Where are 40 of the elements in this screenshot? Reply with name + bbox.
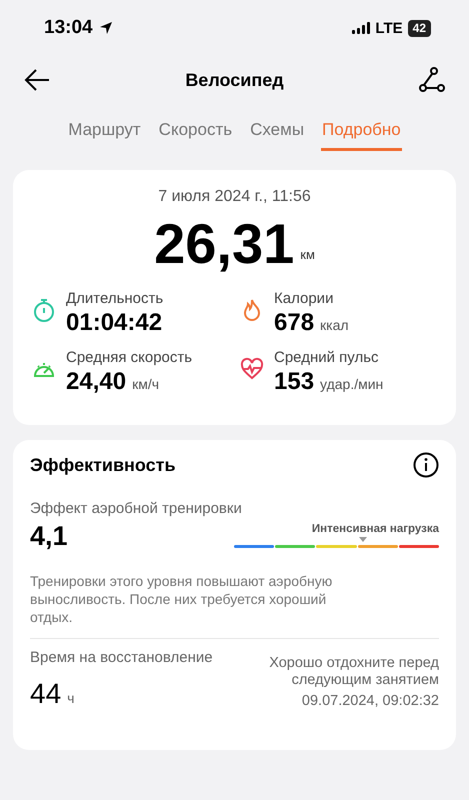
section-title: Эффективность — [30, 454, 176, 476]
location-arrow-icon — [98, 21, 113, 35]
stat-value: 01:04:42 — [66, 309, 162, 337]
tab[interactable]: Схемы — [249, 117, 306, 151]
tab[interactable]: Скорость — [158, 117, 234, 151]
recovery-value: 44 — [30, 678, 62, 710]
recovery-label: Время на восстановление — [30, 649, 213, 666]
workout-date: 7 июля 2024 г., 11:56 — [158, 188, 311, 206]
clock-time: 13:04 — [44, 17, 93, 39]
description-text: Тренировки этого уровня повышают аэробную выносливость. После них требуется хороший отдых. — [30, 572, 439, 639]
recovery-unit: ч — [67, 690, 74, 706]
stat-unit: ккал — [320, 317, 349, 333]
info-icon — [413, 452, 439, 478]
stat-label: Средняя скорость — [66, 349, 192, 366]
network-label: LTE — [375, 20, 403, 36]
signal-icon — [352, 22, 370, 34]
stat-unit: удар./мин — [320, 376, 384, 392]
stat-value: 153 — [274, 368, 314, 396]
stat-value: 678 — [274, 309, 314, 337]
tab[interactable]: Маршрут — [67, 117, 142, 151]
stat-value: 24,40 — [66, 368, 126, 396]
recovery-time: 09.07.2024, 09:02:32 — [300, 693, 439, 709]
route-icon — [418, 67, 445, 93]
info-button[interactable] — [413, 452, 439, 478]
back-arrow-icon — [24, 69, 50, 91]
recovery-note: Хорошо отдохните перед следующим занятием — [268, 655, 439, 689]
stat-label: Средний пульс — [274, 349, 380, 366]
distance-unit: км — [300, 247, 315, 262]
tab[interactable]: Подробно — [321, 117, 402, 151]
back-button[interactable] — [24, 69, 50, 91]
route-button[interactable] — [418, 67, 445, 93]
aerobic-value: 4,1 — [30, 521, 68, 552]
page-title: Велосипед — [185, 70, 284, 90]
stat-unit: км/ч — [132, 376, 159, 392]
aerobic-label: Эффект аэробной тренировки — [30, 500, 243, 517]
distance-value: 26,31 — [154, 214, 294, 274]
stat-label: Калории — [274, 290, 334, 307]
battery-icon: 42 — [408, 20, 431, 36]
stat-label: Длительность — [66, 290, 164, 307]
intensity-label: Интенсивная нагрузка — [312, 523, 439, 535]
